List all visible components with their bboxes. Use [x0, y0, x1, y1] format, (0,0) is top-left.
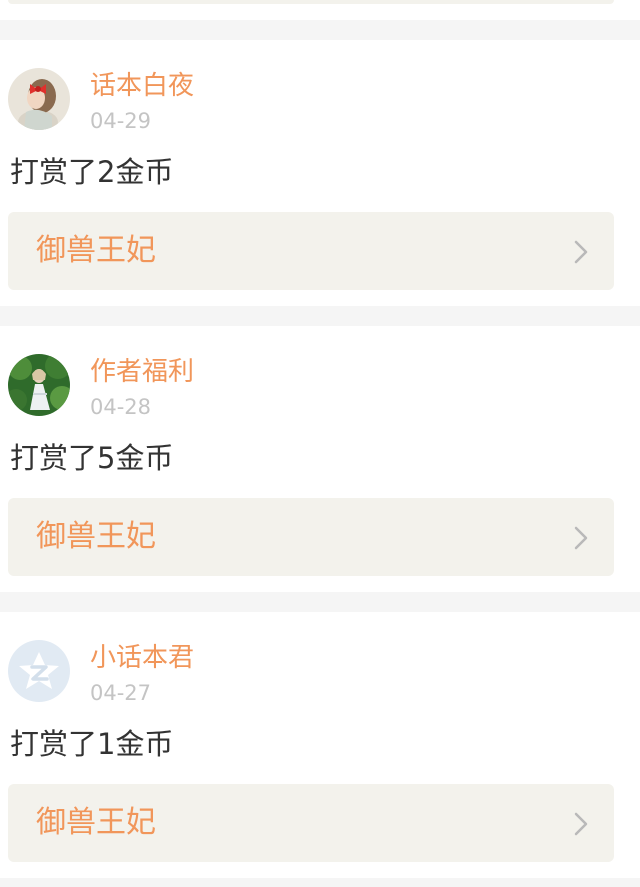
book-title: 御兽王妃 — [36, 233, 156, 268]
post-date: 04-27 — [90, 681, 152, 705]
default-star-avatar-icon — [8, 640, 70, 702]
chevron-right-icon — [574, 526, 588, 550]
feed-item: 小话本君 04-27 打赏了1金币 御兽王妃 — [0, 612, 640, 878]
previous-feed-item — [0, 0, 640, 20]
girl-in-forest-avatar-icon — [8, 354, 70, 416]
user-avatar[interactable] — [8, 354, 70, 416]
username[interactable]: 话本白夜 — [90, 70, 194, 102]
previous-book-link[interactable] — [8, 0, 614, 4]
user-avatar[interactable] — [8, 68, 70, 130]
chevron-right-icon — [574, 240, 588, 264]
username[interactable]: 小话本君 — [90, 642, 194, 674]
chevron-right-icon — [574, 812, 588, 836]
book-link[interactable]: 御兽王妃 — [8, 784, 614, 862]
user-avatar[interactable] — [8, 640, 70, 702]
book-title: 御兽王妃 — [36, 805, 156, 840]
username[interactable]: 作者福利 — [90, 356, 194, 388]
post-date: 04-28 — [90, 395, 152, 419]
feed-item: 话本白夜 04-29 打赏了2金币 御兽王妃 — [0, 40, 640, 306]
post-date: 04-29 — [90, 109, 152, 133]
reward-feed-page: 话本白夜 04-29 打赏了2金币 御兽王妃 作者福利 04-28 打赏了5金币… — [0, 0, 640, 887]
book-title: 御兽王妃 — [36, 519, 156, 554]
book-link[interactable]: 御兽王妃 — [8, 212, 614, 290]
reward-action-text: 打赏了2金币 — [10, 155, 174, 189]
reward-action-text: 打赏了5金币 — [10, 441, 174, 475]
girl-with-red-bow-avatar-icon — [8, 68, 70, 130]
feed-item: 作者福利 04-28 打赏了5金币 御兽王妃 — [0, 326, 640, 592]
reward-action-text: 打赏了1金币 — [10, 727, 174, 761]
book-link[interactable]: 御兽王妃 — [8, 498, 614, 576]
